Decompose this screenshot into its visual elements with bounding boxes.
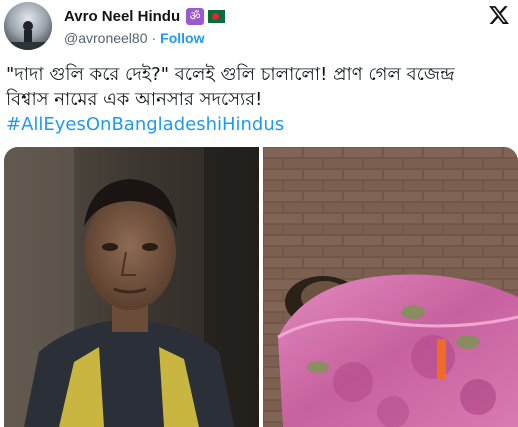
tweet-media [4,147,518,427]
media-photo-shroud[interactable] [263,147,518,427]
tweet-text-line-2: বিশ্বাস নামের এক আনসার সদস্যের! [6,89,263,110]
hashtag-link[interactable]: #AllEyesOnBangladeshiHindus [6,114,284,135]
om-symbol-icon: ॐ [186,7,205,25]
media-photo-man[interactable] [4,147,259,427]
bangladesh-flag-icon [208,9,226,23]
avatar[interactable] [4,2,52,50]
tweet-card: Avro Neel Hindu ॐ @avroneel80 · Follow "… [0,0,518,427]
author-handle[interactable]: @avroneel80 [64,30,148,46]
tweet-header: Avro Neel Hindu ॐ @avroneel80 · Follow [4,2,514,52]
tweet-text-line-1: "দাদা গুলি করে দেই?" বলেই গুলি চালালো! প… [6,64,455,85]
tweet-text: "দাদা গুলি করে দেই?" বলেই গুলি চালালো! প… [6,62,512,137]
author-name-row: Avro Neel Hindu ॐ [64,6,226,26]
author-handle-row: @avroneel80 · Follow [64,29,205,47]
follow-button[interactable]: Follow [160,30,204,46]
separator-dot: · [151,30,157,46]
author-display-name[interactable]: Avro Neel Hindu [64,8,180,25]
x-logo-icon[interactable] [488,4,510,26]
